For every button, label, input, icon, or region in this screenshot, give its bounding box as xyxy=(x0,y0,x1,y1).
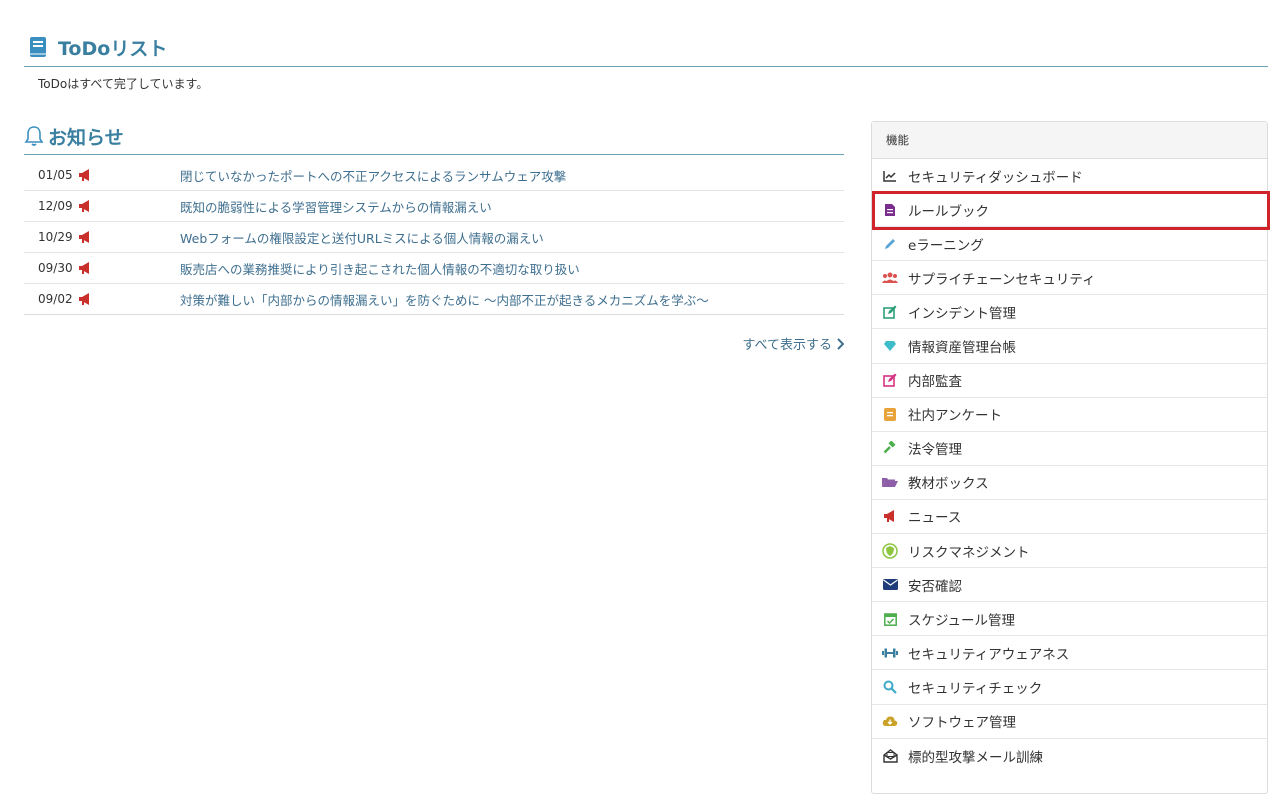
menu-item-label: スケジュール管理 xyxy=(908,612,1016,629)
todo-status-text: ToDoはすべて完了しています。 xyxy=(38,77,209,91)
menu-item-label: セキュリティダッシュボード xyxy=(908,169,1083,186)
menu-item-label: 標的型攻撃メール訓練 xyxy=(908,749,1043,766)
show-all-link[interactable]: すべて表示する xyxy=(742,334,844,353)
menu-item-label: ニュース xyxy=(908,510,962,527)
menu-item-label: 社内アンケート xyxy=(908,408,1002,425)
news-link[interactable]: 閉じていなかったポートへの不正アクセスによるランサムウェア攻撃 xyxy=(180,166,566,185)
news-item: 12/09 既知の脆弱性による学習管理システムからの情報漏えい xyxy=(24,191,844,222)
menu-item-elearning[interactable]: eラーニング xyxy=(872,227,1267,262)
mail-open-icon xyxy=(882,748,898,764)
news-link[interactable]: 対策が難しい「内部からの情報漏えい」を防ぐために ～内部不正が起きるメカニズムを… xyxy=(180,290,709,309)
search-icon xyxy=(882,679,898,695)
menu-item-label: 安否確認 xyxy=(908,578,962,595)
menu-item-asset-ledger[interactable]: 情報資産管理台帳 xyxy=(872,329,1267,364)
menu-item-label: 情報資産管理台帳 xyxy=(908,340,1016,357)
news-item: 09/30 販売店への業務推奨により引き起こされた個人情報の不適切な取り扱い xyxy=(24,253,844,284)
menu-item-security-awareness[interactable]: セキュリティアウェアネス xyxy=(872,636,1267,671)
menu-item-phishing-training[interactable]: 標的型攻撃メール訓練 xyxy=(872,739,1267,773)
show-all-label: すべて表示する xyxy=(742,338,832,353)
news-title: お知らせ xyxy=(48,126,124,149)
document-icon xyxy=(882,202,898,218)
chart-line-icon xyxy=(882,168,898,184)
menu-item-survey[interactable]: 社内アンケート xyxy=(872,398,1267,432)
menu-item-supply-chain[interactable]: サプライチェーンセキュリティ xyxy=(872,261,1267,296)
edit-icon xyxy=(882,304,898,320)
news-header: お知らせ xyxy=(24,118,844,155)
features-menu: セキュリティダッシュボード ルールブック eラーニング サプライチェーンセキュリ… xyxy=(872,159,1267,773)
survey-icon xyxy=(882,406,898,422)
news-link[interactable]: 既知の脆弱性による学習管理システムからの情報漏えい xyxy=(180,197,492,216)
news-item: 10/29 Webフォームの権限設定と送付URLミスによる個人情報の漏えい xyxy=(24,222,844,253)
menu-item-label: ルールブック xyxy=(908,203,989,220)
cloud-download-icon xyxy=(882,713,898,729)
envelope-icon xyxy=(882,577,898,593)
news-date: 12/09 xyxy=(38,199,73,213)
menu-item-label: リスクマネジメント xyxy=(908,544,1030,561)
menu-item-label: 法令管理 xyxy=(908,442,962,459)
megaphone-icon xyxy=(882,508,898,524)
bell-icon xyxy=(24,126,44,146)
menu-item-label: 教材ボックス xyxy=(908,476,989,493)
menu-item-security-dashboard[interactable]: セキュリティダッシュボード xyxy=(872,159,1267,194)
menu-item-label: ソフトウェア管理 xyxy=(908,715,1016,732)
menu-item-rulebook[interactable]: ルールブック xyxy=(872,193,1267,228)
news-item: 01/05 閉じていなかったポートへの不正アクセスによるランサムウェア攻撃 xyxy=(24,160,844,191)
users-icon xyxy=(882,270,898,286)
menu-item-software[interactable]: ソフトウェア管理 xyxy=(872,705,1267,739)
edit-pink-icon xyxy=(882,372,898,388)
news-date: 09/30 xyxy=(38,261,73,275)
megaphone-icon xyxy=(79,231,89,243)
news-date: 10/29 xyxy=(38,230,73,244)
diamond-icon xyxy=(882,338,898,354)
news-date: 09/02 xyxy=(38,292,73,306)
menu-item-label: 内部監査 xyxy=(908,374,962,391)
menu-item-news[interactable]: ニュース xyxy=(872,500,1267,535)
menu-item-material-box[interactable]: 教材ボックス xyxy=(872,466,1267,500)
megaphone-icon xyxy=(79,169,89,181)
features-panel: 機能 セキュリティダッシュボード ルールブック eラーニング サプライチェーンセ… xyxy=(871,121,1268,794)
news-link[interactable]: 販売店への業務推奨により引き起こされた個人情報の不適切な取り扱い xyxy=(180,259,580,278)
news-list: 01/05 閉じていなかったポートへの不正アクセスによるランサムウェア攻撃 12… xyxy=(24,160,844,315)
calendar-check-icon xyxy=(882,611,898,627)
menu-item-risk-management[interactable]: リスクマネジメント xyxy=(872,534,1267,569)
dumbbell-icon xyxy=(882,645,898,661)
menu-item-label: セキュリティチェック xyxy=(908,680,1043,697)
menu-item-label: サプライチェーンセキュリティ xyxy=(908,271,1096,288)
megaphone-icon xyxy=(79,293,89,305)
menu-item-label: eラーニング xyxy=(908,237,984,254)
news-link[interactable]: Webフォームの権限設定と送付URLミスによる個人情報の漏えい xyxy=(180,228,544,247)
pencil-icon xyxy=(882,236,898,252)
menu-item-label: インシデント管理 xyxy=(908,305,1016,322)
book-icon xyxy=(30,37,46,57)
menu-item-safety-check[interactable]: 安否確認 xyxy=(872,568,1267,603)
megaphone-icon xyxy=(79,262,89,274)
menu-item-schedule[interactable]: スケジュール管理 xyxy=(872,602,1267,637)
todo-header: ToDoリスト xyxy=(24,28,1268,67)
chevron-right-icon xyxy=(837,337,844,350)
menu-item-incident[interactable]: インシデント管理 xyxy=(872,295,1267,330)
features-heading: 機能 xyxy=(872,122,1267,159)
menu-item-internal-audit[interactable]: 内部監査 xyxy=(872,364,1267,398)
todo-title: ToDoリスト xyxy=(58,37,168,60)
news-item: 09/02 対策が難しい「内部からの情報漏えい」を防ぐために ～内部不正が起きる… xyxy=(24,284,844,315)
menu-item-legal[interactable]: 法令管理 xyxy=(872,432,1267,466)
menu-item-security-check[interactable]: セキュリティチェック xyxy=(872,670,1267,705)
news-date: 01/05 xyxy=(38,168,73,182)
megaphone-icon xyxy=(79,200,89,212)
gavel-icon xyxy=(882,440,898,456)
folder-icon xyxy=(882,474,898,490)
shield-icon xyxy=(882,542,898,559)
menu-item-label: セキュリティアウェアネス xyxy=(908,646,1070,663)
